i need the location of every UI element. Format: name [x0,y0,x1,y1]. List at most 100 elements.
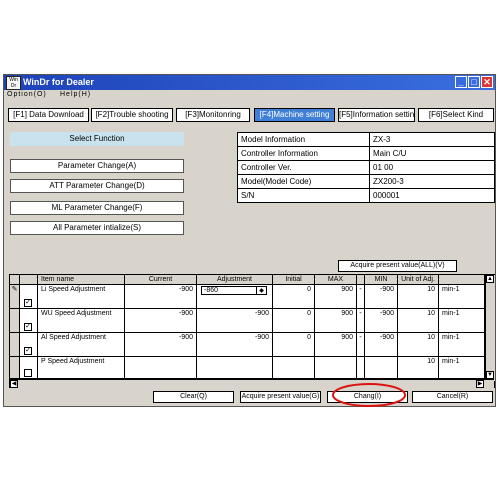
info-row-model: Model Information ZX-3 [237,132,495,147]
unit-cell: min-1 [439,285,485,309]
ml-parameter-change-button[interactable]: ML Parameter Change(F) [10,201,184,215]
minimize-icon[interactable]: _ [455,76,467,88]
acquire-all-button[interactable]: Acquire present value(ALL)(V) [338,260,457,272]
header-max: MAX [315,275,357,285]
adjustment-input[interactable]: -860 ◆ [201,286,267,295]
header-blank [10,275,20,285]
info-value: Main C/U [369,146,495,161]
tab-select-kind[interactable]: [F6]Select Kind [418,108,494,122]
all-parameter-initialize-button[interactable]: All Parameter intialize(S) [10,221,184,235]
acquire-present-value-button[interactable]: Acquire present value(G) [240,391,321,403]
row-pointer-icon: ✎ [10,285,20,309]
step-cell: 10 [398,309,439,333]
header-adjustment: Adjustment [197,275,273,285]
header-check [20,275,38,285]
adjustment-cell[interactable] [197,357,273,379]
header-item-name: Item name [38,275,125,285]
row-checkbox[interactable]: ✓ [24,347,32,355]
item-name-cell: Al Speed Adjustment [38,333,125,357]
info-label: S/N [237,188,370,203]
row-check-cell [20,357,38,379]
highlight-circle [332,383,406,407]
application-window: Win Dr WinDr for Dealer _ □ ✕ Option(O) … [3,74,496,407]
tab-data-download[interactable]: [F1] Data Download [8,108,89,122]
info-label: Model Information [237,132,370,147]
scroll-up-icon[interactable]: ▲ [486,275,494,283]
sign-cell: - [357,285,365,309]
row-pointer-cell [10,357,20,379]
row-pointer-cell [10,309,20,333]
info-row-serial: S/N 000001 [237,188,495,203]
step-cell: 10 [398,357,439,379]
att-parameter-change-button[interactable]: ATT Parameter Change(D) [10,179,184,193]
row-check-cell: ✓ [20,309,38,333]
menu-bar: Option(O) Help(H) [4,90,495,102]
title-bar[interactable]: Win Dr WinDr for Dealer _ □ ✕ [4,75,495,90]
max-cell: 900 [315,309,357,333]
min-cell: -900 [365,333,398,357]
menu-option[interactable]: Option(O) [7,91,47,98]
horizontal-scrollbar[interactable]: ◀ ▶ [10,379,494,388]
adjustment-cell[interactable]: -900 [197,309,273,333]
row-check-cell: ✓ [20,333,38,357]
tab-monitoring[interactable]: [F3]Monitonring [176,108,250,122]
adjustment-value: -860 [204,287,219,294]
clear-button[interactable]: Clear(Q) [153,391,234,403]
cancel-button[interactable]: Cancel(R) [412,391,493,403]
info-value: ZX200-3 [369,174,495,189]
info-row-controller-ver: Controller Ver. 01 00 [237,160,495,175]
current-cell [125,357,197,379]
header-initial: Initial [273,275,315,285]
select-function-title: Select Function [10,132,184,146]
max-cell [315,357,357,379]
info-label: Controller Ver. [237,160,370,175]
spinner-icon[interactable]: ◆ [256,287,266,295]
initial-cell: 0 [273,333,315,357]
min-cell: -900 [365,285,398,309]
item-name-cell: Li Speed Adjustment [38,285,125,309]
unit-cell: min-1 [439,309,485,333]
adjustment-cell: -860 ◆ [197,285,273,309]
info-value: ZX-3 [369,132,495,147]
header-unit-value [439,275,485,285]
item-name-cell: P Speed Adjustment [38,357,125,379]
scroll-left-icon[interactable]: ◀ [10,380,18,388]
scroll-down-icon[interactable]: ▼ [486,371,494,379]
tab-bar: [F1] Data Download [F2]Trouble shooting … [4,103,495,127]
initial-cell [273,357,315,379]
highlight-ellipse [332,383,406,407]
scroll-right-icon[interactable]: ▶ [476,380,484,388]
row-check-cell: ✓ [20,285,38,309]
min-cell [365,357,398,379]
parameter-change-button[interactable]: Parameter Change(A) [10,159,184,173]
info-row-model-code: Model(Model Code) ZX200-3 [237,174,495,189]
tab-trouble-shooting[interactable]: [F2]Trouble shooting [91,108,173,122]
current-cell: -900 [125,309,197,333]
max-cell: 900 [315,333,357,357]
vertical-scrollbar[interactable]: ▲ ▼ [485,275,495,381]
maximize-icon[interactable]: □ [468,76,480,88]
adjustment-cell[interactable]: -900 [197,333,273,357]
max-cell: 900 [315,285,357,309]
tab-machine-setting[interactable]: [F4]Machine setting [254,108,335,122]
machine-info-table: Model Information ZX-3 Controller Informa… [237,132,495,203]
initial-cell: 0 [273,309,315,333]
info-label: Controller Information [237,146,370,161]
row-checkbox[interactable]: ✓ [24,299,32,307]
app-icon: Win Dr [6,76,21,90]
header-unit-of-adj: Unit of Adj. [398,275,439,285]
info-row-controller: Controller Information Main C/U [237,146,495,161]
sign-cell [357,357,365,379]
initial-cell: 0 [273,285,315,309]
header-sign [357,275,365,285]
tab-information-setting[interactable]: [F5]Information setting [338,108,415,122]
current-cell: -900 [125,285,197,309]
sign-cell: - [357,333,365,357]
row-checkbox[interactable] [24,369,32,377]
info-value: 01 00 [369,160,495,175]
close-icon[interactable]: ✕ [481,76,493,88]
min-cell: -900 [365,309,398,333]
row-checkbox[interactable]: ✓ [24,323,32,331]
header-min: MIN [365,275,398,285]
menu-help[interactable]: Help(H) [60,91,91,98]
